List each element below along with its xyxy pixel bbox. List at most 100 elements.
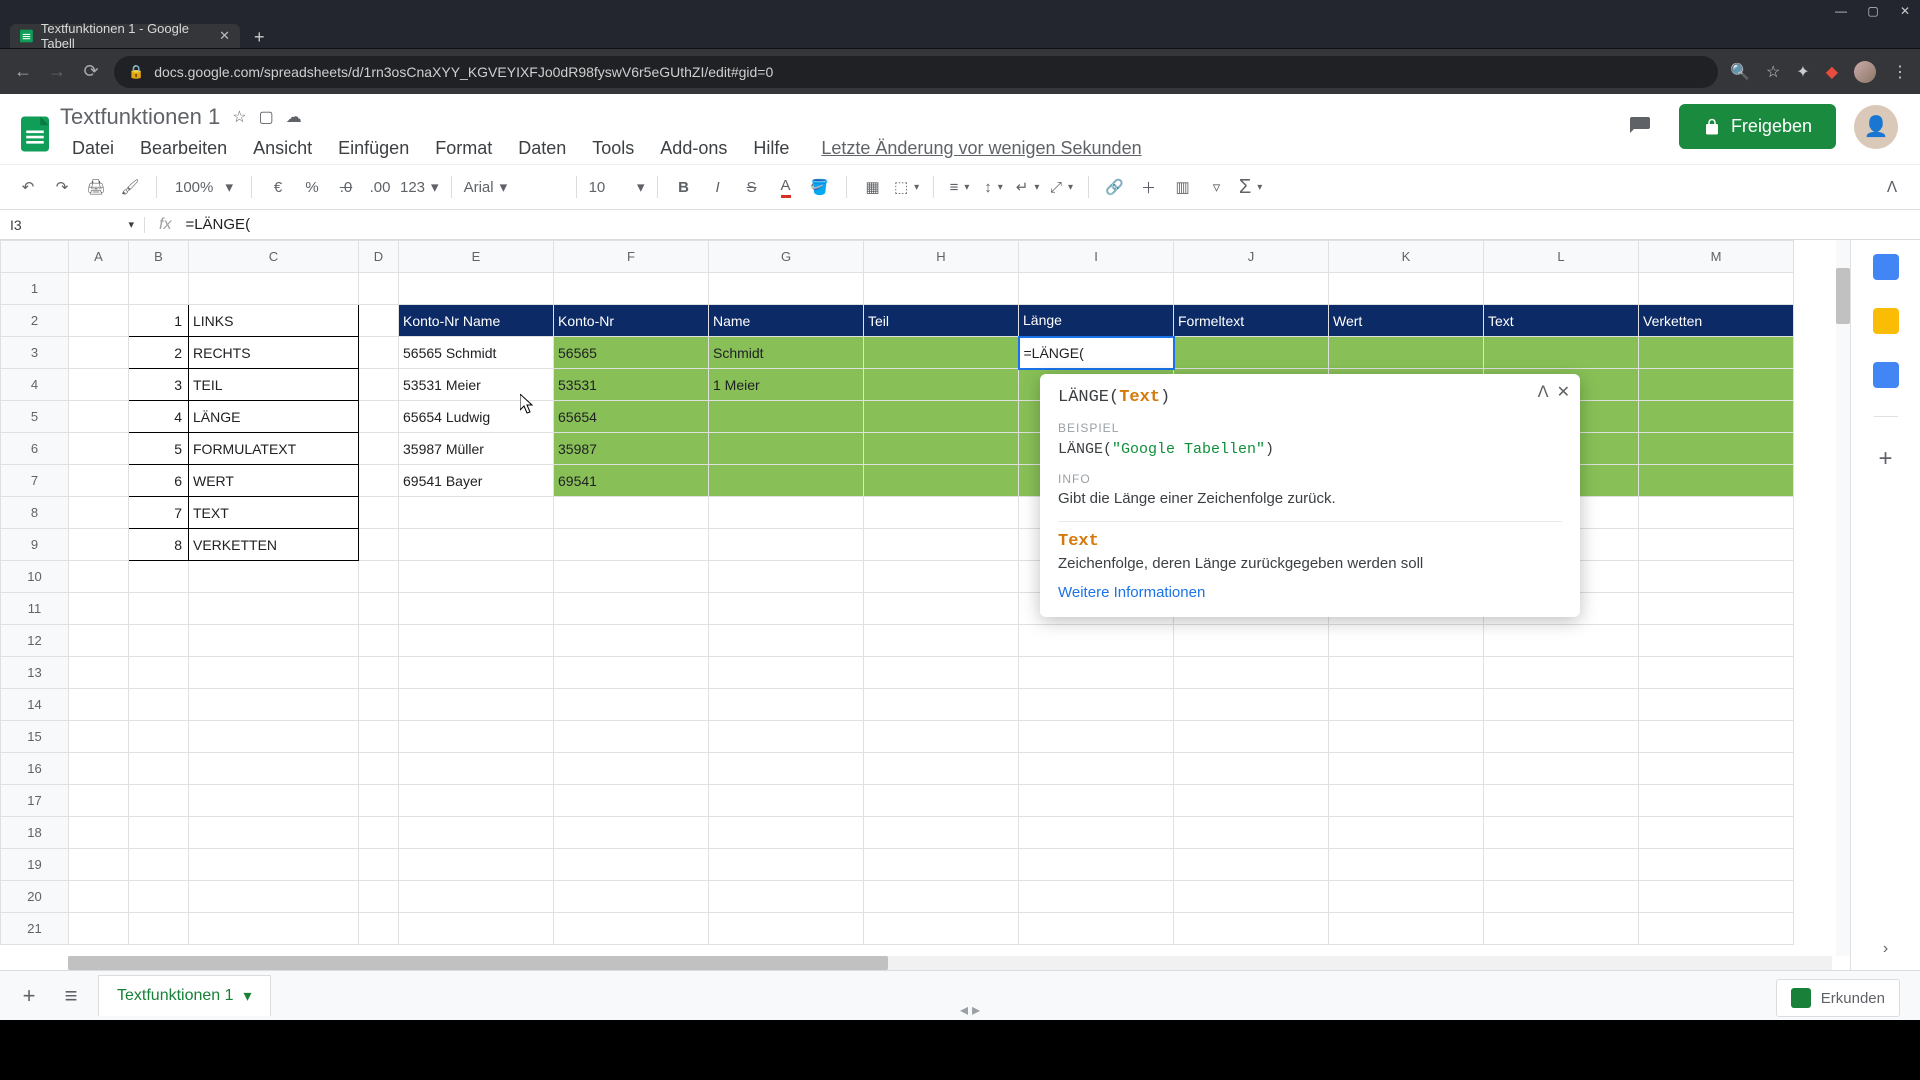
undo-button[interactable]: ↶ [14,173,42,201]
cell[interactable] [864,817,1019,849]
cell[interactable] [1639,881,1794,913]
cell[interactable] [359,273,399,305]
cell[interactable] [129,561,189,593]
cell[interactable] [1639,433,1794,465]
sheet-nav-right-icon[interactable]: ▸ [972,1000,980,1020]
cell[interactable]: 65654 [554,401,709,433]
cell[interactable] [1484,881,1639,913]
cell[interactable] [864,913,1019,945]
cell[interactable] [1484,721,1639,753]
cell[interactable]: 65654 Ludwig [399,401,554,433]
functions-button[interactable]: Σ▾ [1237,173,1265,201]
new-tab-button[interactable]: + [246,27,273,48]
text-color-button[interactable]: A [772,173,800,201]
cell[interactable] [69,817,129,849]
cell[interactable] [709,913,864,945]
cell[interactable] [864,753,1019,785]
cell[interactable] [129,913,189,945]
menu-file[interactable]: Datei [60,134,126,163]
cell[interactable]: LINKS [189,305,359,337]
editing-cell[interactable] [1019,337,1174,369]
cell[interactable] [69,305,129,337]
cell[interactable] [709,849,864,881]
cell[interactable] [709,817,864,849]
cell[interactable] [709,689,864,721]
vertical-align-button[interactable]: ↕▾ [980,173,1008,201]
print-button[interactable]: 🖨 [82,173,110,201]
collapse-help-icon[interactable]: ᐱ [1538,382,1549,402]
cell-editor-input[interactable] [1020,338,1173,368]
menu-view[interactable]: Ansicht [241,134,324,163]
cell[interactable] [1484,753,1639,785]
browser-profile-avatar[interactable] [1854,61,1876,83]
column-header[interactable]: E [399,241,554,273]
cell[interactable] [1639,561,1794,593]
cell[interactable] [554,657,709,689]
share-button[interactable]: Freigeben [1679,104,1836,149]
cell[interactable] [1019,849,1174,881]
sheet-tab-menu-icon[interactable]: ▾ [244,986,252,1006]
name-box[interactable]: I3 ▾ [0,217,145,233]
insert-comment-button[interactable]: ＋ [1135,173,1163,201]
cell[interactable] [554,721,709,753]
row-header[interactable]: 15 [1,721,69,753]
cell[interactable]: 8 [129,529,189,561]
cell[interactable] [709,881,864,913]
cell[interactable] [189,593,359,625]
cell[interactable] [399,913,554,945]
cell[interactable] [69,593,129,625]
cell[interactable] [129,881,189,913]
cell[interactable] [1329,817,1484,849]
cell[interactable] [129,593,189,625]
cell[interactable] [1329,721,1484,753]
cell[interactable] [399,881,554,913]
cell[interactable] [1639,369,1794,401]
borders-button[interactable]: ▦ [859,173,887,201]
cell[interactable] [1174,881,1329,913]
document-title[interactable]: Textfunktionen 1 [60,104,220,130]
collapse-toolbar-button[interactable]: ᐱ [1878,173,1906,201]
cell[interactable] [864,497,1019,529]
cell[interactable]: 4 [129,401,189,433]
cell[interactable] [709,721,864,753]
cell[interactable] [1019,689,1174,721]
menu-edit[interactable]: Bearbeiten [128,134,239,163]
cell[interactable]: 56565 Schmidt [399,337,554,369]
all-sheets-button[interactable]: ≡ [56,983,86,1009]
strikethrough-button[interactable]: S [738,173,766,201]
cell[interactable] [359,753,399,785]
cell[interactable]: Text [1484,305,1639,337]
row-header[interactable]: 13 [1,657,69,689]
row-header[interactable]: 5 [1,401,69,433]
cell[interactable] [399,561,554,593]
column-header[interactable]: H [864,241,1019,273]
menu-insert[interactable]: Einfügen [326,134,421,163]
cell[interactable] [189,785,359,817]
format-currency-button[interactable]: € [264,173,292,201]
insert-chart-button[interactable]: ▥ [1169,173,1197,201]
number-format-select[interactable]: 123▾ [400,178,439,196]
explore-button[interactable]: Erkunden [1776,979,1900,1017]
increase-decimal-button[interactable]: .00 [366,173,394,201]
cell[interactable] [399,753,554,785]
cell[interactable] [1174,913,1329,945]
cell[interactable] [1329,881,1484,913]
menu-format[interactable]: Format [423,134,504,163]
cell[interactable] [129,657,189,689]
cell[interactable] [1019,753,1174,785]
cell[interactable] [1329,625,1484,657]
cell[interactable] [129,625,189,657]
cell[interactable] [1019,785,1174,817]
decrease-decimal-button[interactable]: .0 [332,173,360,201]
cell[interactable] [1174,785,1329,817]
cell[interactable] [69,561,129,593]
cell[interactable] [399,817,554,849]
cell[interactable] [359,305,399,337]
nav-back-button[interactable]: ← [12,61,34,82]
cell[interactable] [864,785,1019,817]
cell[interactable] [69,337,129,369]
cell[interactable] [359,337,399,369]
cell[interactable] [1174,657,1329,689]
cell[interactable] [129,785,189,817]
cell[interactable] [359,625,399,657]
